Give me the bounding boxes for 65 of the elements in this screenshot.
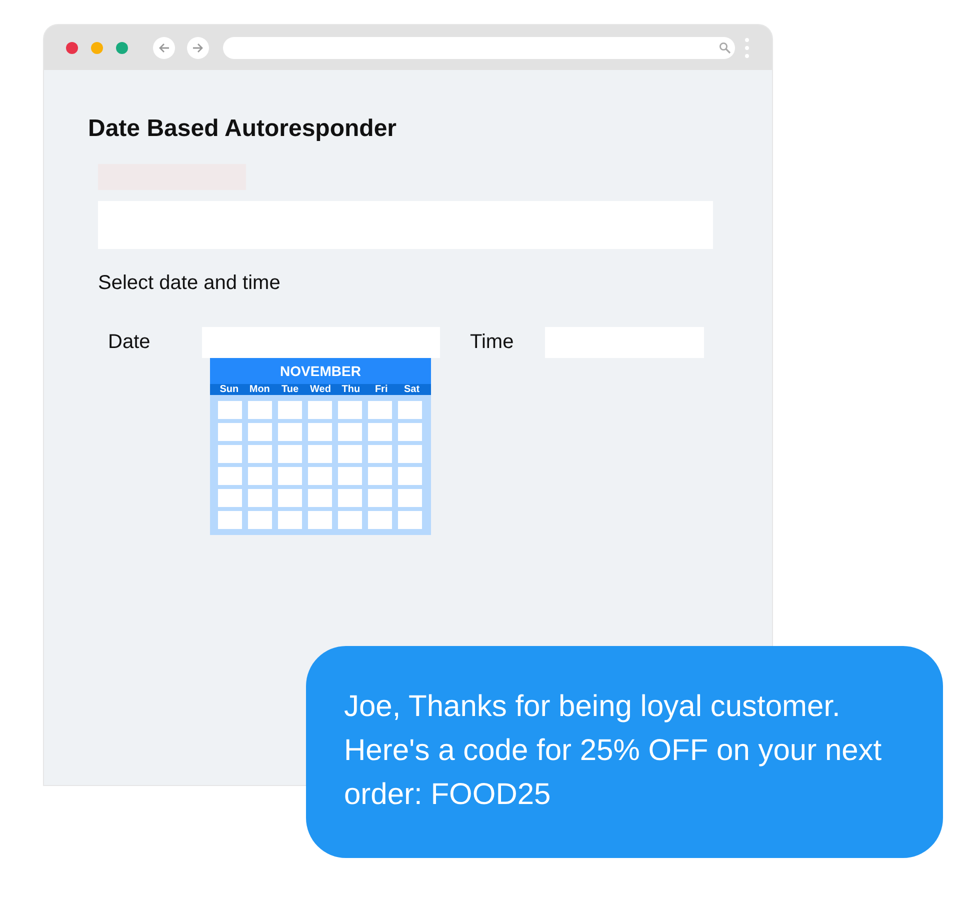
day-cell[interactable] xyxy=(368,467,392,485)
day-cell[interactable] xyxy=(278,445,302,463)
day-cell[interactable] xyxy=(338,401,362,419)
day-cell[interactable] xyxy=(368,423,392,441)
day-cell[interactable] xyxy=(308,489,332,507)
day-cell[interactable] xyxy=(398,423,422,441)
day-cell[interactable] xyxy=(308,467,332,485)
day-cell[interactable] xyxy=(398,467,422,485)
day-cell[interactable] xyxy=(398,445,422,463)
forward-arrow-icon xyxy=(192,42,204,54)
day-cell[interactable] xyxy=(368,511,392,529)
day-cell[interactable] xyxy=(218,401,242,419)
day-cell[interactable] xyxy=(278,489,302,507)
day-cell[interactable] xyxy=(248,489,272,507)
page-heading: Date Based Autoresponder xyxy=(88,114,398,144)
day-cell[interactable] xyxy=(338,489,362,507)
day-cell[interactable] xyxy=(308,511,332,529)
day-cell[interactable] xyxy=(338,467,362,485)
month-title: NOVEMBER xyxy=(210,358,431,384)
weekday-label: Tue xyxy=(280,384,300,395)
day-cell[interactable] xyxy=(218,467,242,485)
day-cell[interactable] xyxy=(218,489,242,507)
search-icon xyxy=(719,42,731,54)
day-cell[interactable] xyxy=(368,489,392,507)
day-cell[interactable] xyxy=(398,489,422,507)
weekday-label: Sat xyxy=(403,384,421,395)
day-cell[interactable] xyxy=(218,423,242,441)
day-cell[interactable] xyxy=(308,445,332,463)
day-cell[interactable] xyxy=(218,511,242,529)
day-cell[interactable] xyxy=(278,467,302,485)
message-bubble: Joe, Thanks for being loyal customer. Here's a code for 25% OFF on your next order: FOOD25 xyxy=(306,646,943,858)
day-cell[interactable] xyxy=(248,401,272,419)
close-icon[interactable] xyxy=(66,42,78,54)
day-cell[interactable] xyxy=(308,423,332,441)
day-cell[interactable] xyxy=(278,423,302,441)
weekday-label: Thu xyxy=(340,384,362,395)
day-cell[interactable] xyxy=(248,467,272,485)
day-cell[interactable] xyxy=(338,423,362,441)
day-cell[interactable] xyxy=(248,511,272,529)
day-cell[interactable] xyxy=(398,511,422,529)
back-arrow-icon xyxy=(158,42,170,54)
day-cell[interactable] xyxy=(398,401,422,419)
maximize-icon[interactable] xyxy=(116,42,128,54)
weekday-label: Sun xyxy=(218,384,240,395)
weekday-label: Wed xyxy=(309,384,332,395)
day-cell[interactable] xyxy=(338,511,362,529)
date-label: Date xyxy=(108,330,152,355)
day-cell[interactable] xyxy=(308,401,332,419)
day-cell[interactable] xyxy=(248,445,272,463)
weekday-label: Mon xyxy=(248,384,271,395)
day-cell[interactable] xyxy=(338,445,362,463)
time-label: Time xyxy=(470,330,515,355)
forward-button[interactable] xyxy=(187,36,209,58)
instruction-text: Select date and time xyxy=(98,271,282,295)
day-cell[interactable] xyxy=(368,401,392,419)
minimize-icon[interactable] xyxy=(91,42,103,54)
day-cell[interactable] xyxy=(278,401,302,419)
day-cell[interactable] xyxy=(248,423,272,441)
address-bar[interactable] xyxy=(223,36,735,58)
day-cell[interactable] xyxy=(278,511,302,529)
day-cell[interactable] xyxy=(218,445,242,463)
day-cell[interactable] xyxy=(368,445,392,463)
back-button[interactable] xyxy=(153,36,175,58)
date-field[interactable] xyxy=(202,327,440,358)
weekday-label: Fri xyxy=(374,384,389,395)
